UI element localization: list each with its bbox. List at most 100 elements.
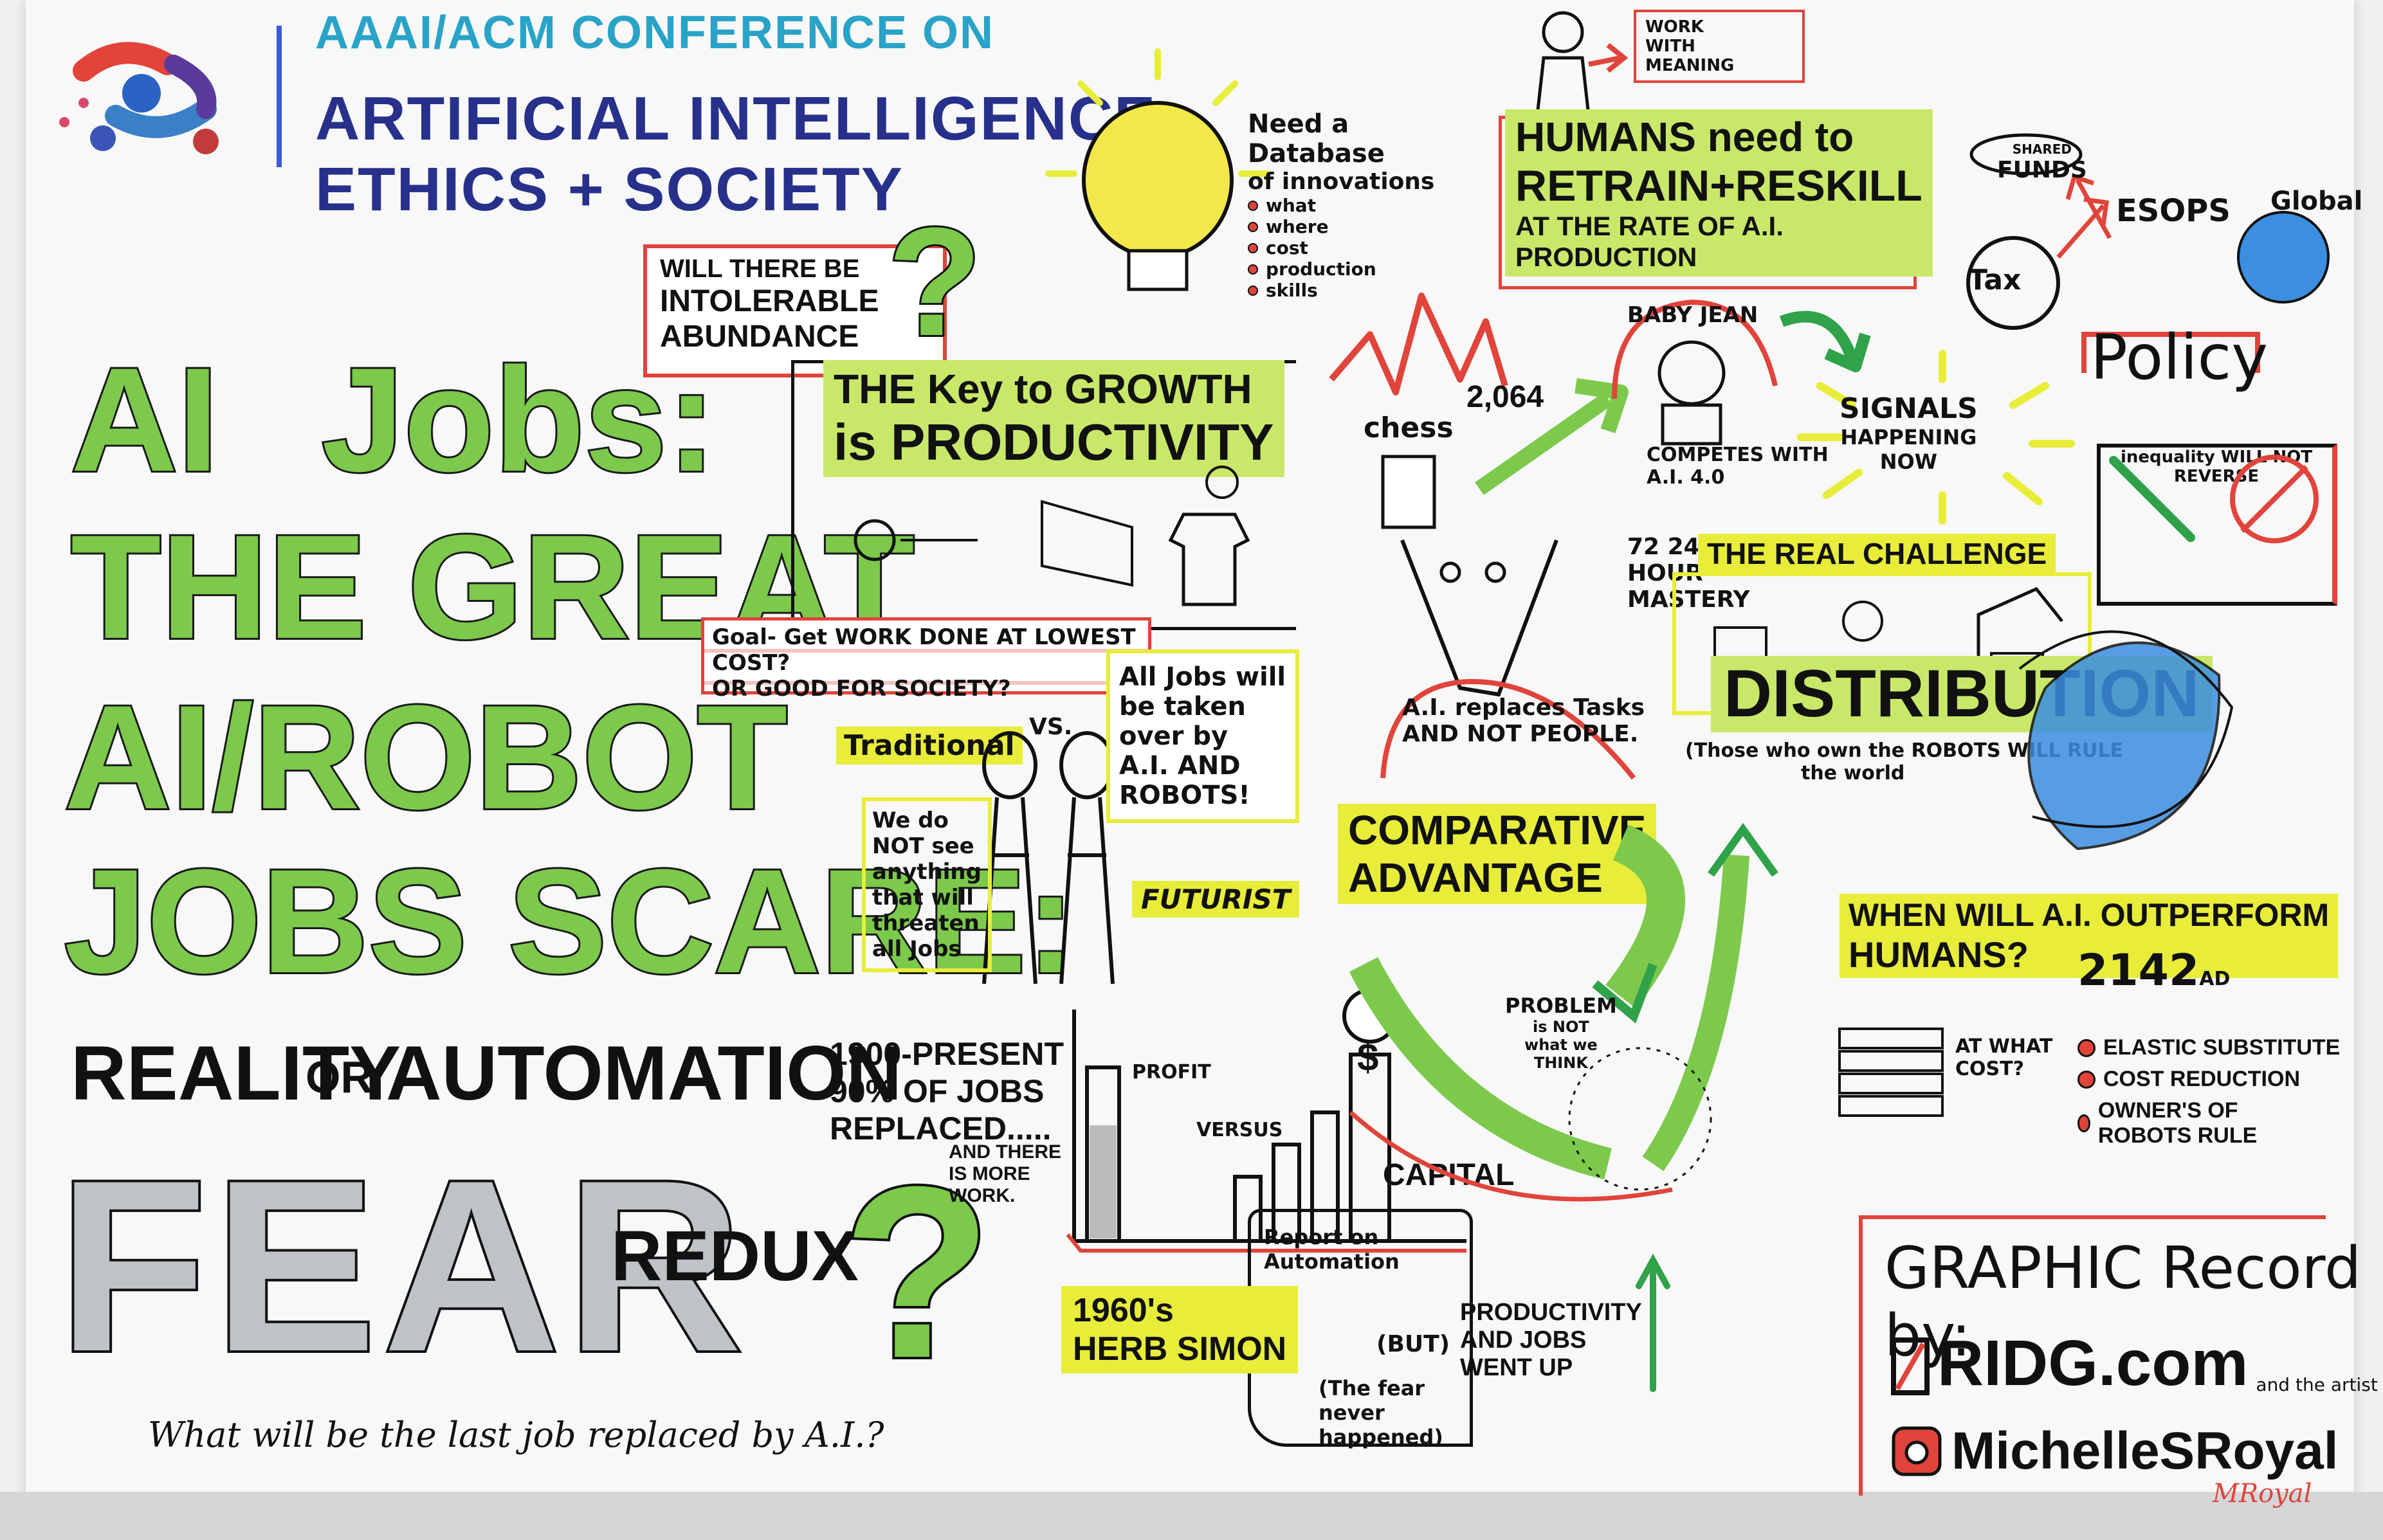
ridg-site[interactable]: RIDG.com [1937, 1331, 2248, 1395]
productivity-text: PRODUCTIVITY [1460, 1299, 1642, 1326]
innovations-title-2: Database [1248, 139, 1385, 168]
header-line3: ETHICS + SOCIETY [315, 155, 904, 224]
futurist-text: ROBOTS! [1119, 781, 1250, 810]
productivity-text: AND JOBS [1460, 1327, 1587, 1354]
woman-figure-icon [1535, 11, 1629, 118]
money-stack-icon [1838, 1028, 1944, 1117]
credit-and: and the artist [2256, 1374, 2378, 1395]
abundance-question-mark: ? [886, 194, 984, 370]
versus-label: VERSUS [1196, 1119, 1283, 1141]
report-text: Automation [1264, 1249, 1400, 1274]
inequality-chart-icon [2109, 455, 2319, 543]
herb-name: HERB SIMON [1073, 1330, 1287, 1368]
tasks-note: A.I. replaces Tasks AND NOT PEOPLE. [1402, 694, 1645, 747]
problem-text: PROBLEM [1505, 993, 1617, 1018]
signals-text: HAPPENING [1840, 425, 1977, 449]
artist-name[interactable]: MichelleSRoyal [1951, 1421, 2339, 1481]
problem-note: PROBLEM is NOT what we THINK [1505, 993, 1617, 1072]
innovations-title-3: of innovations [1248, 168, 1435, 195]
goal-line2: OR GOOD FOR SOCIETY? [712, 676, 1011, 702]
report-text: Report on [1264, 1225, 1379, 1249]
policy-label: Policy [2090, 322, 2269, 394]
cotton-to-shirt-icon [854, 466, 1250, 606]
challenge-title: THE REAL CHALLENGE [1698, 534, 2056, 574]
traditional-text: that will [872, 885, 974, 910]
baby-name: BABY JEAN [1627, 302, 1758, 328]
traditional-text: NOT see [872, 833, 974, 859]
subtitle-or: OR [306, 1052, 373, 1102]
profit-label: PROFIT [1132, 1061, 1211, 1083]
history-note-text: WORK. [949, 1185, 1016, 1206]
history-note: 1900-PRESENT 90% OF JOBS REPLACED..... [830, 1035, 1064, 1147]
signals-note: SIGNALS HAPPENING NOW [1840, 392, 1978, 474]
outperform-bullet: OWNER'S OF ROBOTS RULE [2077, 1098, 2290, 1148]
innovations-item: production [1248, 258, 1434, 280]
fear-never-note: (The fear never happened) [1319, 1376, 1443, 1449]
but-label: (BUT) [1376, 1331, 1450, 1357]
futurist-note: All Jobs will be taken over by A.I. AND … [1106, 649, 1299, 823]
signals-text: NOW [1879, 449, 1938, 474]
header-line2: ARTIFICIAL INTELLIGENCE [315, 84, 1157, 153]
outperform-line1: WHEN WILL A.I. OUTPERFORM [1849, 897, 2330, 933]
history-line2: 90% OF JOBS [830, 1073, 1045, 1109]
header-line1: AAAI/ACM CONFERENCE ON [315, 7, 995, 59]
funds-text: FUNDS [1997, 157, 2087, 183]
history-note-text: IS MORE [949, 1163, 1030, 1184]
retrain-line2: RETRAIN+RESKILL [1515, 161, 1922, 210]
tasks-text: A.I. replaces Tasks [1402, 694, 1645, 721]
outperform-bullet: ELASTIC SUBSTITUTE [2077, 1035, 2340, 1060]
work-meaning-text: MEANING [1645, 56, 1735, 75]
growth-line2: is PRODUCTIVITY [834, 413, 1274, 471]
innovations-title-1: Need a [1248, 109, 1349, 139]
ridg-logo: RIDG.com and the artist [1891, 1331, 2378, 1395]
outperform-year-suffix: AD [2199, 968, 2231, 990]
history-more-work: AND THERE IS MORE WORK. [949, 1141, 1061, 1207]
problem-text: is NOT [1533, 1018, 1589, 1036]
globe-orbit-icon [2018, 630, 2234, 851]
traditional-text: We do [872, 808, 949, 833]
futurist-text: A.I. AND [1119, 751, 1241, 781]
inequality-box: inequality WILL NOT REVERSE [2097, 444, 2337, 606]
paper-bottom-edge [0, 1492, 2383, 1540]
work-meaning-text: WORK [1645, 17, 1704, 37]
problem-text: THINK [1533, 1054, 1588, 1072]
herb-year: 1960's [1073, 1292, 1174, 1329]
chess-label: chess [1364, 412, 1454, 444]
innovations-note: Need a Database of innovations what wher… [1248, 109, 1434, 301]
shared-text: SHARED [2012, 141, 2072, 157]
up-arrow-icon [1636, 1253, 1670, 1392]
title-ai: AI [69, 335, 221, 504]
ridg-logo-icon [1891, 1337, 1930, 1395]
outperform-year: 2142AD [2077, 945, 2230, 996]
innovations-item: what [1248, 195, 1434, 216]
traditional-text: threaten [872, 910, 980, 936]
fear-text: (The fear [1319, 1376, 1425, 1400]
futurist-text: be taken [1119, 692, 1246, 721]
tax-label: Tax [1968, 264, 2022, 296]
innovations-item: cost [1248, 237, 1434, 258]
outperform-year-value: 2142 [2077, 945, 2200, 996]
growth-line1: THE Key to GROWTH [834, 366, 1252, 412]
futurist-text: over by [1119, 721, 1228, 751]
history-note-text: AND THERE [949, 1141, 1062, 1163]
productivity-text: WENT UP [1460, 1354, 1573, 1381]
productivity-note: PRODUCTIVITY AND JOBS WENT UP [1460, 1299, 1642, 1382]
last-job-question: What will be the last job replaced by A.… [148, 1415, 884, 1455]
logo-icon [59, 42, 219, 154]
outperform-bullet: COST REDUCTION [2077, 1067, 2340, 1092]
artist-signature: MRoyal [2213, 1479, 2312, 1508]
growth-title-highlight: THE Key to GROWTH is PRODUCTIVITY [823, 360, 1284, 477]
problem-text: what we [1524, 1036, 1598, 1054]
retrain-highlight: HUMANS need to RETRAIN+RESKILL AT THE RA… [1505, 109, 1933, 276]
work-meaning-box: WORK WITH MEANING [1634, 10, 1805, 83]
retrain-line1: HUMANS need to [1515, 114, 1854, 160]
traditional-note: We do NOT see anything that will threate… [862, 797, 992, 972]
fear-text: never [1319, 1400, 1385, 1425]
artist-handle: MichelleSRoyal [1891, 1421, 2339, 1481]
history-line1: 1900-PRESENT [830, 1036, 1064, 1072]
esops-label: ESOPS [2116, 193, 2231, 229]
instagram-icon [1892, 1426, 1942, 1476]
cost-text: AT WHAT [1955, 1035, 2053, 1058]
retrain-line4: PRODUCTION [1515, 242, 1697, 272]
futurist-label: FUTURIST [1132, 881, 1300, 918]
